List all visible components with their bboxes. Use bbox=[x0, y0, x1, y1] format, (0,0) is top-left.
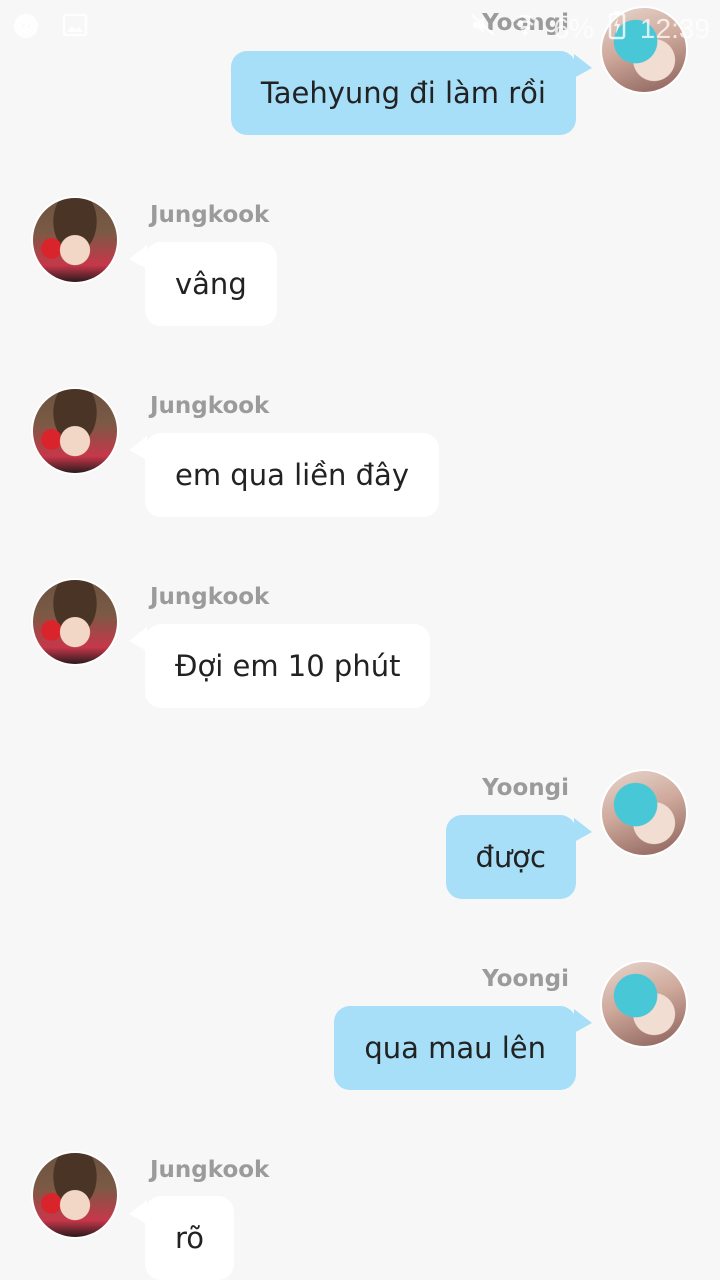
avatar[interactable] bbox=[31, 387, 119, 475]
sender-name: Jungkook bbox=[150, 393, 270, 419]
image-icon bbox=[62, 12, 88, 44]
sender-name: Jungkook bbox=[150, 584, 270, 610]
status-bar-left bbox=[12, 12, 88, 44]
battery-icon bbox=[608, 10, 626, 47]
message-bubble[interactable]: Taehyung đi làm rồi bbox=[230, 51, 576, 135]
wifi-icon bbox=[511, 11, 539, 46]
message-bubble[interactable]: qua mau lên bbox=[334, 1006, 576, 1090]
message-text: rõ bbox=[175, 1221, 205, 1255]
bubble-tail bbox=[574, 818, 592, 842]
bubble-tail bbox=[574, 54, 592, 78]
status-time: 12:39 bbox=[639, 12, 710, 44]
avatar[interactable] bbox=[600, 769, 688, 857]
status-bar: 6% 12:39 bbox=[0, 0, 720, 50]
message-text: vâng bbox=[175, 267, 247, 301]
chat-thread[interactable]: Yoongi Taehyung đi làm rồi Jungkook vâng… bbox=[0, 0, 720, 1280]
avatar[interactable] bbox=[31, 1151, 119, 1239]
avatar[interactable] bbox=[31, 578, 119, 666]
sender-name: Jungkook bbox=[150, 1157, 270, 1183]
messenger-icon bbox=[12, 12, 40, 44]
sender-name: Yoongi bbox=[482, 966, 569, 992]
message-bubble[interactable]: được bbox=[445, 815, 576, 899]
sender-name: Yoongi bbox=[482, 775, 569, 801]
message-text: Đợi em 10 phút bbox=[175, 649, 401, 683]
message-text: Taehyung đi làm rồi bbox=[260, 76, 546, 110]
message-text: qua mau lên bbox=[364, 1031, 546, 1065]
message-text: em qua liền đây bbox=[175, 458, 409, 492]
message-bubble[interactable]: Đợi em 10 phút bbox=[145, 624, 431, 708]
battery-percent: 6% bbox=[553, 12, 594, 44]
message-bubble[interactable]: rõ bbox=[145, 1196, 235, 1280]
avatar[interactable] bbox=[600, 960, 688, 1048]
mute-icon bbox=[469, 11, 497, 46]
bubble-tail bbox=[574, 1009, 592, 1033]
status-bar-right: 6% 12:39 bbox=[469, 10, 710, 47]
sender-name: Jungkook bbox=[150, 202, 270, 228]
message-bubble[interactable]: vâng bbox=[145, 242, 277, 326]
message-text: được bbox=[475, 840, 546, 874]
avatar[interactable] bbox=[31, 196, 119, 284]
message-bubble[interactable]: em qua liền đây bbox=[145, 433, 439, 517]
